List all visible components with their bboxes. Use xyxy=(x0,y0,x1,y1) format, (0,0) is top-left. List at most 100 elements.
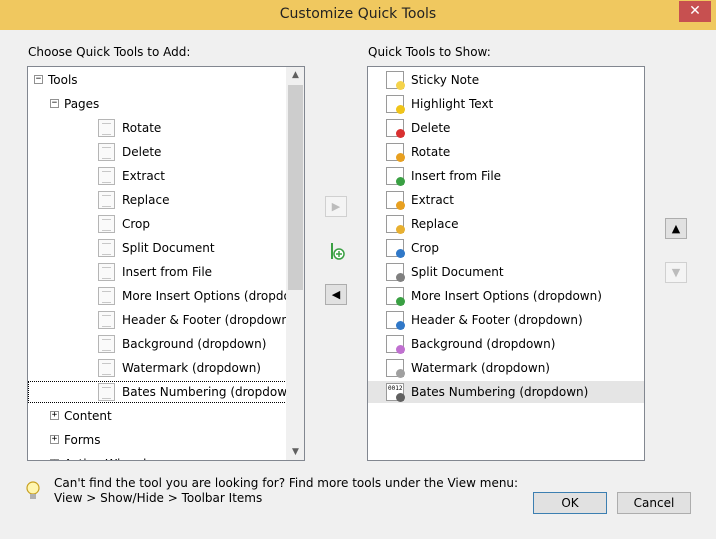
scroll-down-icon[interactable]: ▼ xyxy=(287,447,304,457)
tree-item[interactable]: + Action Wizard xyxy=(28,453,287,460)
right-section-label: Quick Tools to Show: xyxy=(368,45,491,59)
quick-tool-item[interactable]: Insert from File xyxy=(368,165,644,187)
cancel-button[interactable]: Cancel xyxy=(617,492,691,514)
quick-tool-item[interactable]: Delete xyxy=(368,117,644,139)
tree-item-label: Crop xyxy=(122,217,151,231)
icon-accent xyxy=(396,105,405,114)
icon-accent xyxy=(396,369,405,378)
tree-item-label: Bates Numbering (dropdown) xyxy=(122,385,300,399)
expand-icon[interactable]: + xyxy=(50,411,59,420)
hint-line-1: Can't find the tool you are looking for?… xyxy=(54,476,519,490)
tree-item[interactable]: − Pages xyxy=(28,93,287,115)
icon-accent xyxy=(396,249,405,258)
rotate-icon xyxy=(386,143,405,162)
quick-tool-item[interactable]: More Insert Options (dropdown) xyxy=(368,285,644,307)
icon-accent xyxy=(396,81,405,90)
tree-item-label: Forms xyxy=(64,433,101,447)
dialog-client: Choose Quick Tools to Add: Quick Tools t… xyxy=(8,30,708,531)
quick-tool-label: Watermark (dropdown) xyxy=(411,361,550,375)
tree-item[interactable]: Delete xyxy=(28,141,287,163)
quick-tool-item[interactable]: 0012 Bates Numbering (dropdown) xyxy=(368,381,644,403)
tree-item[interactable]: − Tools xyxy=(28,69,287,91)
crop-icon xyxy=(98,215,115,233)
tree-item[interactable]: Watermark (dropdown) xyxy=(28,357,287,379)
bates-numbering-icon: 0012 xyxy=(386,383,405,402)
icon-accent xyxy=(396,393,405,402)
expand-icon[interactable]: + xyxy=(50,459,59,460)
icon-accent xyxy=(396,177,405,186)
left-section-label: Choose Quick Tools to Add: xyxy=(28,45,191,59)
expand-icon[interactable]: + xyxy=(50,435,59,444)
quick-tool-item[interactable]: Header & Footer (dropdown) xyxy=(368,309,644,331)
tree-item[interactable]: Extract xyxy=(28,165,287,187)
header-footer-icon xyxy=(98,311,115,329)
crop-icon xyxy=(386,239,405,258)
split-document-icon xyxy=(386,263,405,282)
quick-tool-item[interactable]: Crop xyxy=(368,237,644,259)
insert-from-file-icon xyxy=(386,167,405,186)
collapse-icon[interactable]: − xyxy=(34,75,43,84)
quick-tool-label: Background (dropdown) xyxy=(411,337,556,351)
header-footer-icon xyxy=(386,311,405,330)
quick-tool-item[interactable]: Replace xyxy=(368,213,644,235)
quick-tool-item[interactable]: Split Document xyxy=(368,261,644,283)
arrow-down-icon: ▼ xyxy=(671,266,681,279)
arrow-up-icon: ▲ xyxy=(671,222,681,235)
ok-button[interactable]: OK xyxy=(533,492,607,514)
move-up-button[interactable]: ▲ xyxy=(665,218,687,239)
delete-icon xyxy=(386,119,405,138)
tree-item[interactable]: + Forms xyxy=(28,429,287,451)
extract-icon xyxy=(386,191,405,210)
insert-from-file-icon xyxy=(98,263,115,281)
tree-item[interactable]: Header & Footer (dropdown) xyxy=(28,309,294,331)
quick-tool-item[interactable]: Background (dropdown) xyxy=(368,333,644,355)
tree-item[interactable]: Replace xyxy=(28,189,287,211)
replace-icon xyxy=(98,191,115,209)
quick-tool-label: Header & Footer (dropdown) xyxy=(411,313,583,327)
tree-item[interactable]: + Content xyxy=(28,405,287,427)
add-separator-button[interactable] xyxy=(328,240,346,262)
remove-tool-button[interactable]: ◀ xyxy=(325,284,347,305)
tree-item[interactable]: Insert from File xyxy=(28,261,287,283)
icon-accent xyxy=(396,297,405,306)
tree-item-label: Delete xyxy=(122,145,162,159)
collapse-icon[interactable]: − xyxy=(50,99,59,108)
available-tools-tree[interactable]: − Tools − Pages Rotate Delete Extract Replace Cr… xyxy=(27,66,305,461)
quick-tool-label: Highlight Text xyxy=(411,97,494,111)
tree-item[interactable]: Split Document xyxy=(28,237,287,259)
quick-tool-item[interactable]: Highlight Text xyxy=(368,93,644,115)
tree-item-label: Replace xyxy=(122,193,170,207)
add-tool-button[interactable]: ▶ xyxy=(325,196,347,217)
scroll-up-icon[interactable]: ▲ xyxy=(287,70,304,80)
move-down-button[interactable]: ▼ xyxy=(665,262,687,283)
tree-item[interactable]: Rotate xyxy=(28,117,287,139)
background-icon xyxy=(386,335,405,354)
tree-item-label: Split Document xyxy=(122,241,215,255)
scroll-thumb[interactable] xyxy=(288,85,303,290)
quick-tool-item[interactable]: Watermark (dropdown) xyxy=(368,357,644,379)
tree-item-label: Background (dropdown) xyxy=(122,337,267,351)
quick-tool-item[interactable]: Extract xyxy=(368,189,644,211)
tree-item[interactable]: Crop xyxy=(28,213,287,235)
rotate-icon xyxy=(98,119,115,137)
delete-icon xyxy=(98,143,115,161)
close-button[interactable]: ✕ xyxy=(679,1,711,22)
quick-tool-label: Insert from File xyxy=(411,169,502,183)
tree-item-label: Content xyxy=(64,409,112,423)
window-title: Customize Quick Tools xyxy=(279,6,437,22)
icon-accent xyxy=(396,153,405,162)
tree-item[interactable]: Bates Numbering (dropdown) xyxy=(28,381,299,403)
more-insert-options-icon xyxy=(386,287,405,306)
icon-badge: 0012 xyxy=(388,385,403,392)
highlight-text-icon xyxy=(386,95,405,114)
more-insert-options-icon xyxy=(98,287,115,305)
quick-tool-item[interactable]: Rotate xyxy=(368,141,644,163)
quick-tool-label: Replace xyxy=(411,217,459,231)
split-document-icon xyxy=(98,239,115,257)
shown-tools-list[interactable]: Sticky Note Highlight Text Delete Rotate Ins… xyxy=(367,66,645,461)
tree-scrollbar[interactable]: ▲ ▼ xyxy=(286,67,304,460)
tree-item[interactable]: Background (dropdown) xyxy=(28,333,287,355)
quick-tool-item[interactable]: Sticky Note xyxy=(368,69,644,91)
tree-item[interactable]: More Insert Options (dropdown) xyxy=(28,285,304,307)
icon-accent xyxy=(396,201,405,210)
